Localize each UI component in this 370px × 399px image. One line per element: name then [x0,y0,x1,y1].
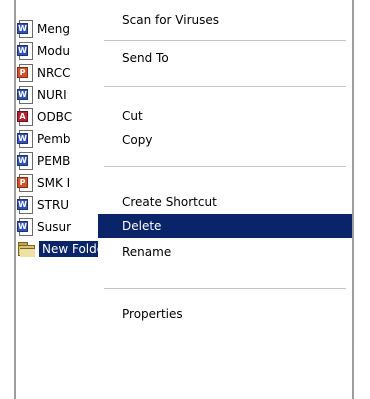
menu-item-label: Copy [122,133,153,147]
menu-item-copy[interactable]: Copy [98,128,352,152]
folder-icon [17,241,37,257]
file-name: Pemb [37,132,71,146]
powerpoint-document-icon: P [17,63,35,83]
menu-separator [104,166,346,167]
file-name: ODBC [37,110,73,124]
menu-separator [104,288,346,289]
pdf-document-icon: A [17,107,35,127]
file-name: Meng [37,22,70,36]
file-name: SMK I [37,176,71,190]
menu-item-scan-for-viruses[interactable]: Scan for Viruses [98,8,352,32]
file-name: NURI [37,88,67,102]
word-document-icon: W [17,19,35,39]
menu-item-label: Rename [122,245,172,259]
menu-item-rename[interactable]: Rename [98,240,352,264]
menu-item-label: Cut [122,109,143,123]
menu-item-label: Scan for Viruses [122,13,220,27]
word-document-icon: W [17,217,35,237]
file-name: Susur [37,220,72,234]
file-name: PEMB [37,154,71,168]
word-document-icon: W [17,195,35,215]
menu-item-label: Create Shortcut [122,195,217,209]
menu-item-label: Delete [122,219,162,233]
menu-item-send-to[interactable]: Send To [98,46,352,70]
menu-item-label: Send To [122,51,169,65]
file-name: NRCC [37,66,71,80]
word-document-icon: W [17,41,35,61]
menu-item-cut[interactable]: Cut [98,104,352,128]
file-name: Modu [37,44,70,58]
menu-item-create-shortcut[interactable]: Create Shortcut [98,190,352,214]
file-name: STRU [37,198,70,212]
menu-separator [104,40,346,41]
context-menu: Scan for Viruses Send To Cut Copy Create… [98,0,353,345]
menu-separator [104,86,346,87]
menu-item-delete[interactable]: Delete [98,214,352,238]
menu-item-properties[interactable]: Properties [98,302,352,326]
word-document-icon: W [17,85,35,105]
powerpoint-document-icon: P [17,173,35,193]
word-document-icon: W [17,129,35,149]
word-document-icon: W [17,151,35,171]
menu-item-label: Properties [122,307,183,321]
